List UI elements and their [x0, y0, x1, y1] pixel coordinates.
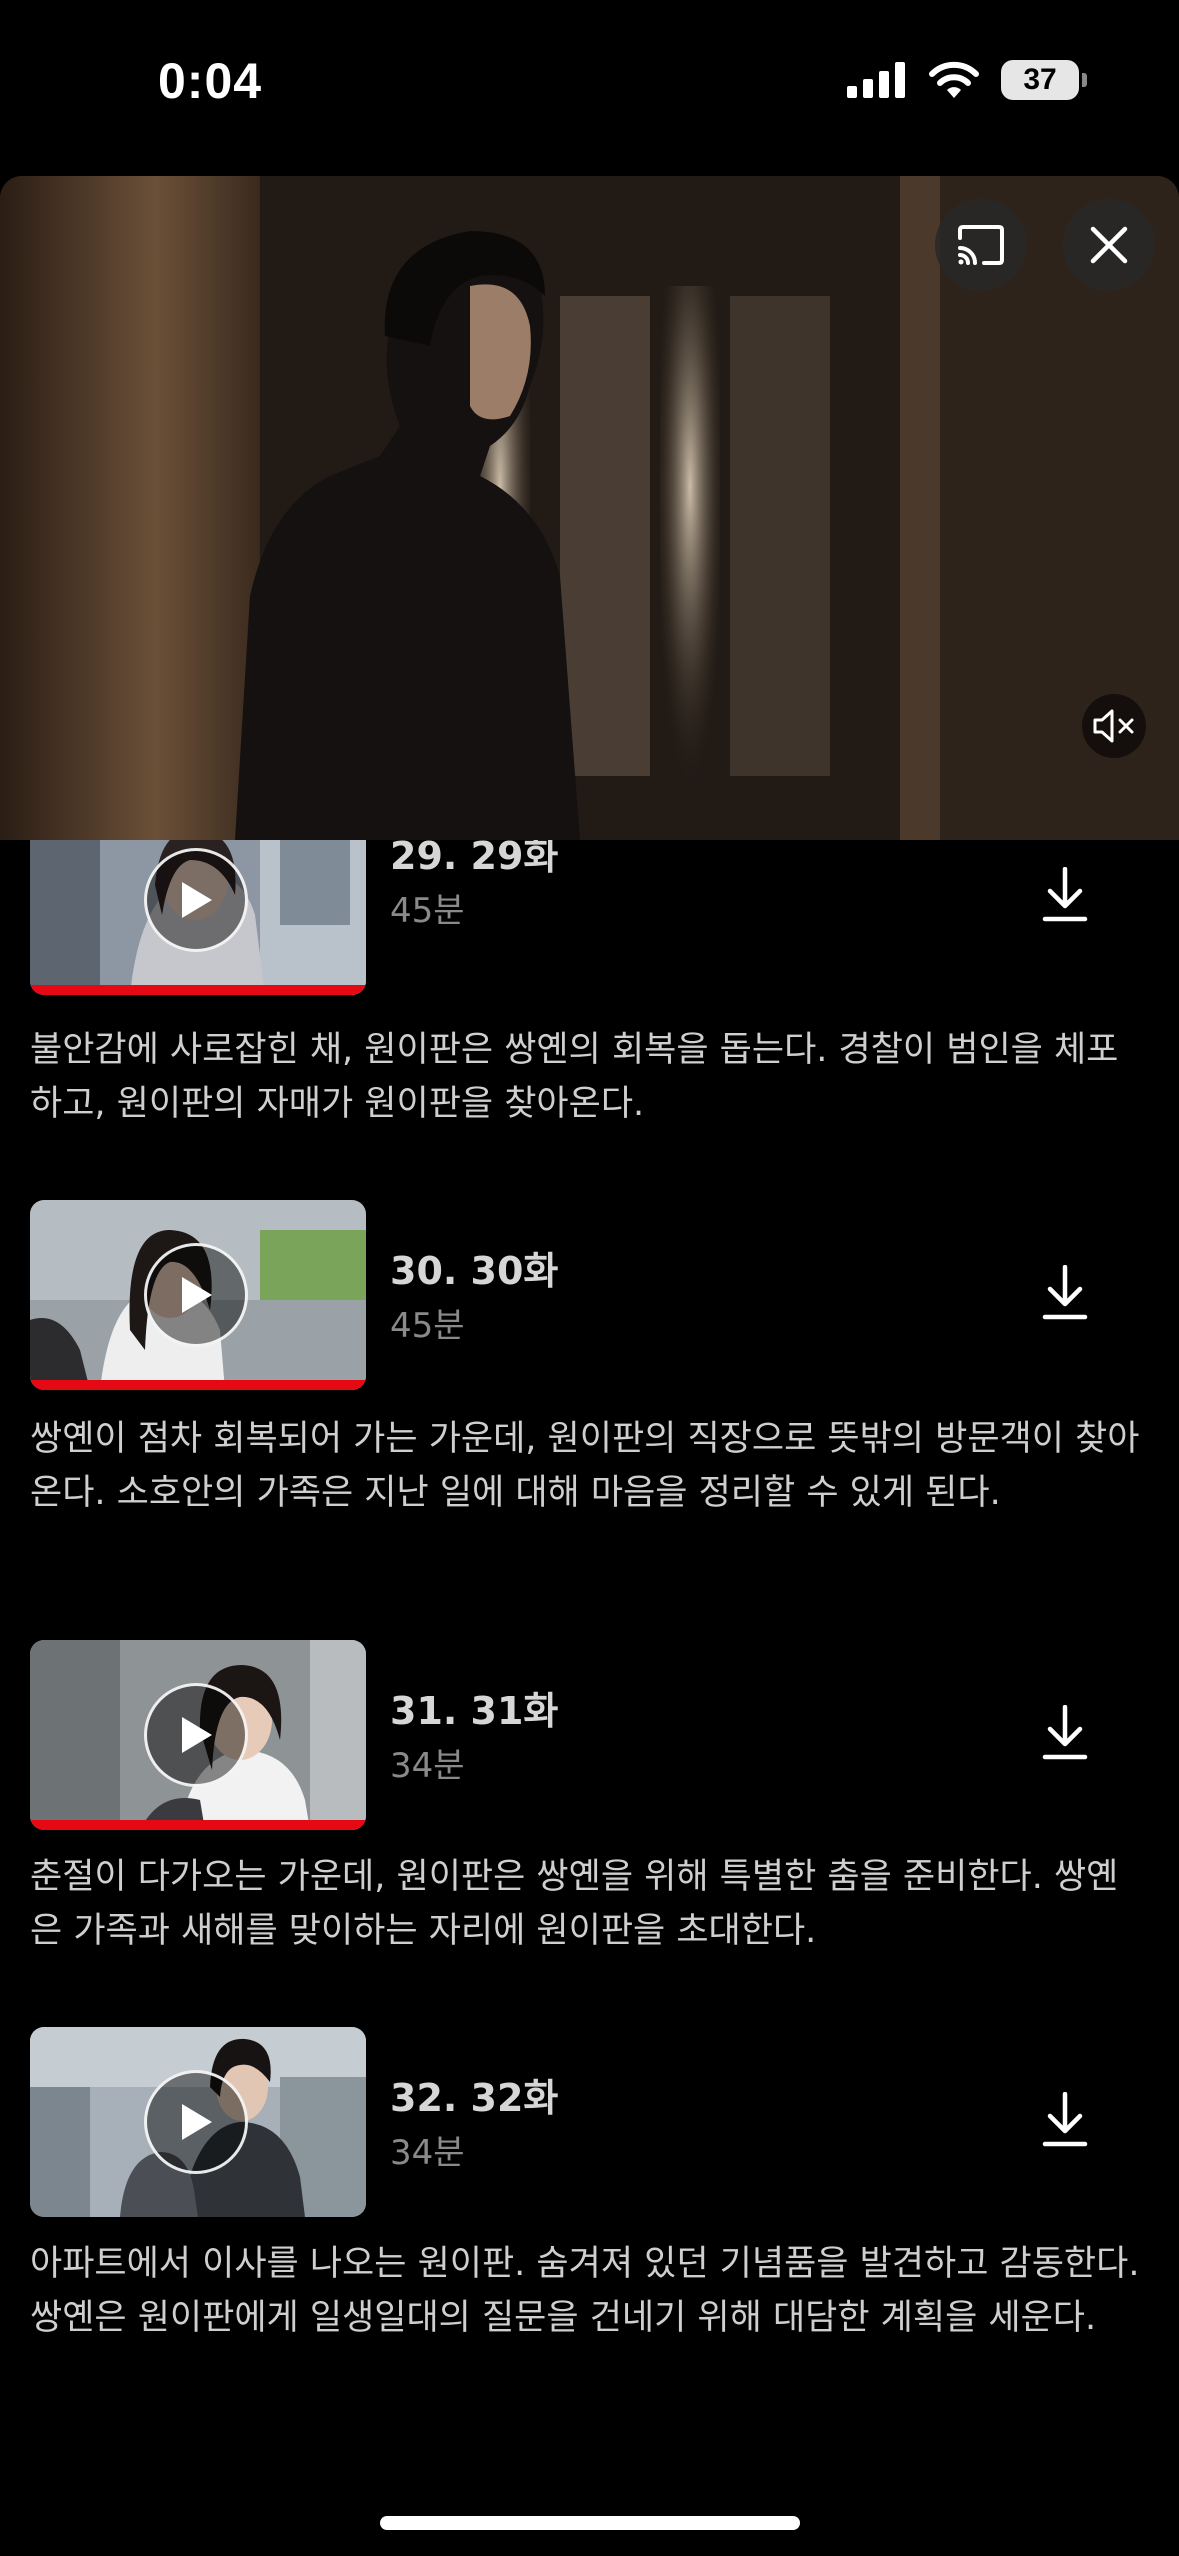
wifi-icon: [929, 61, 979, 98]
episode-duration: 34분: [390, 1746, 465, 1786]
play-icon: [182, 1277, 212, 1313]
home-indicator[interactable]: [380, 2516, 800, 2530]
play-icon: [182, 1717, 212, 1753]
play-button[interactable]: [144, 2070, 248, 2174]
episode-thumbnail[interactable]: [30, 1640, 366, 1830]
mute-button[interactable]: [1082, 694, 1146, 758]
battery-icon: 37: [1001, 60, 1087, 100]
episode-title: 29. 29화: [390, 840, 559, 878]
play-icon: [182, 882, 212, 918]
watch-progress-bar: [30, 1380, 366, 1390]
status-bar: 0:04 37: [0, 0, 1179, 176]
watch-progress-bar: [30, 985, 366, 995]
battery-level: 37: [1023, 63, 1057, 96]
download-icon: [1042, 867, 1088, 922]
video-player[interactable]: [0, 176, 1179, 840]
episode-description: 춘절이 다가오는 가운데, 원이판은 쌍옌을 위해 특별한 춤을 준비한다. 쌍…: [30, 1857, 1119, 1951]
close-button[interactable]: [1063, 199, 1155, 291]
cast-icon: [958, 225, 1004, 265]
play-button[interactable]: [144, 848, 248, 952]
play-button[interactable]: [144, 1243, 248, 1347]
episode-description: 아파트에서 이사를 나오는 원이판. 숨겨져 있던 기념품을 발견하고 감동한다…: [30, 2244, 1140, 2338]
episode-title: 30. 30화: [390, 1249, 559, 1293]
mute-icon: [1093, 709, 1134, 743]
episode-duration: 34분: [390, 2133, 465, 2173]
close-icon: [1090, 226, 1128, 264]
watch-progress-bar: [30, 1820, 366, 1830]
cast-button[interactable]: [935, 199, 1027, 291]
episode-duration: 45분: [390, 1306, 465, 1346]
play-button[interactable]: [144, 1683, 248, 1787]
episode-thumbnail[interactable]: [30, 1200, 366, 1390]
episode-thumbnail[interactable]: [30, 840, 366, 995]
episode-duration: 45분: [390, 891, 465, 931]
episode-description: 불안감에 사로잡힌 채, 원이판은 쌍옌의 회복을 돕는다. 경찰이 범인을 체…: [30, 1030, 1119, 1124]
status-time: 0:04: [158, 53, 263, 109]
download-icon: [1042, 1265, 1088, 1320]
download-button[interactable]: [1032, 1700, 1098, 1766]
episode-description: 쌍옌이 점차 회복되어 가는 가운데, 원이판의 직장으로 뜻밖의 방문객이 찾…: [30, 1419, 1140, 1513]
download-button[interactable]: [1032, 2087, 1098, 2153]
status-icons: 37: [847, 60, 1087, 100]
episode-thumbnail[interactable]: [30, 2027, 366, 2217]
download-icon: [1042, 2092, 1088, 2147]
download-button[interactable]: [1032, 1260, 1098, 1326]
episode-title: 32. 32화: [390, 2076, 559, 2120]
download-button[interactable]: [1032, 862, 1098, 928]
signal-icon: [847, 62, 905, 98]
download-icon: [1042, 1705, 1088, 1760]
episode-list[interactable]: 29. 29화 45분 불안감에 사로잡힌 채, 원이판은 쌍옌의 회복을 돕는…: [0, 840, 1179, 2520]
play-icon: [182, 2104, 212, 2140]
episode-title: 31. 31화: [390, 1689, 559, 1733]
